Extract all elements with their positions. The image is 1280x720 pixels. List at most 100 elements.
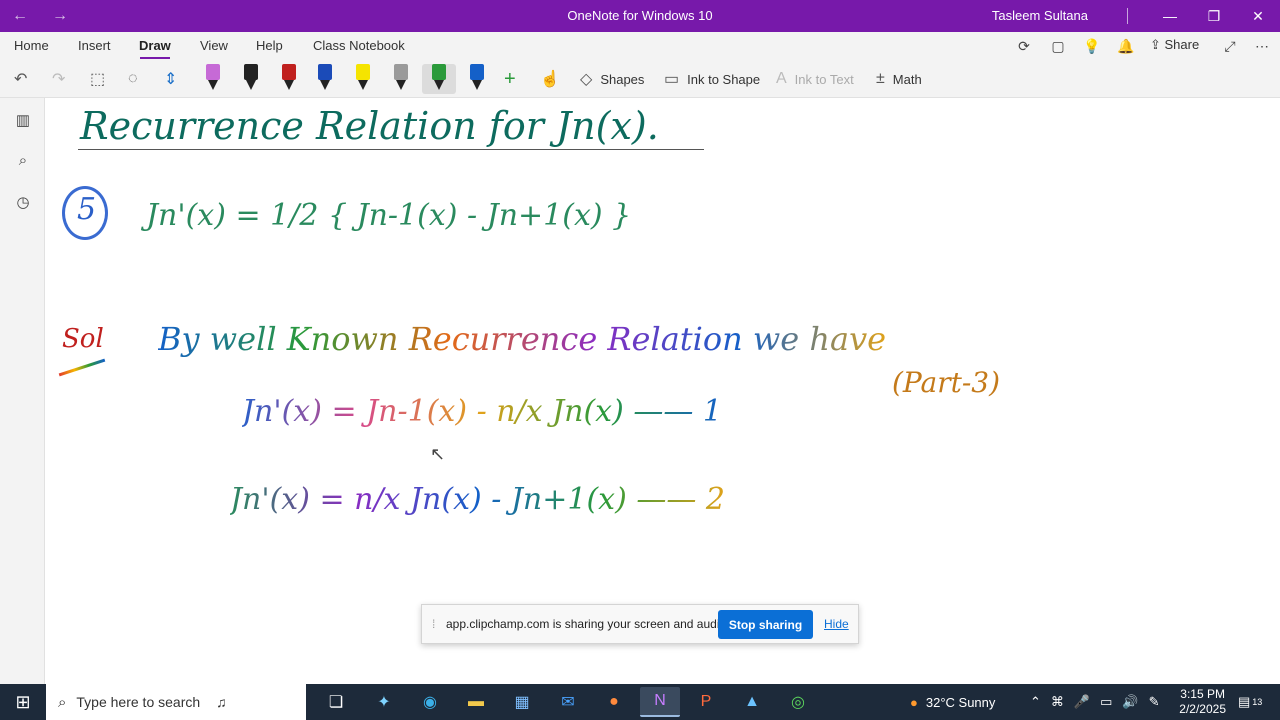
tab-draw[interactable]: Draw <box>139 38 171 53</box>
lightbulb-icon[interactable]: 💡 <box>1080 36 1104 56</box>
store-icon[interactable]: ▦ <box>502 687 542 717</box>
minimize-button[interactable]: — <box>1148 0 1192 32</box>
menu-bar: Home Insert Draw View Help Class Noteboo… <box>0 32 1280 60</box>
ink-to-shape-icon: ▭ <box>664 71 680 88</box>
weather-sun-icon: ● <box>910 694 918 710</box>
tab-home[interactable]: Home <box>14 38 49 53</box>
add-pen-icon[interactable]: + <box>504 66 524 92</box>
eraser-icon[interactable]: ◌ <box>128 66 146 92</box>
notification-center-icon[interactable]: ▤ 13 <box>1238 684 1262 720</box>
edge-icon[interactable]: ◉ <box>410 687 450 717</box>
pen-8-icon[interactable] <box>468 64 486 94</box>
music-icon: ♫ <box>216 694 227 710</box>
task-view-icon[interactable]: ❏ <box>316 687 356 717</box>
meet-icon[interactable]: ⌘ <box>1051 694 1064 710</box>
pen-tray-icon[interactable]: ✎ <box>1149 694 1160 710</box>
drag-handle-icon[interactable]: ⁞ <box>432 617 435 631</box>
tab-view[interactable]: View <box>200 38 228 53</box>
share-button[interactable]: ⇪ Share <box>1150 37 1199 53</box>
pen-7-icon[interactable] <box>422 64 456 94</box>
lasso-select-icon[interactable]: ⬚ <box>90 66 113 92</box>
notebooks-icon[interactable]: ▢ <box>1046 36 1070 56</box>
tray-icons[interactable]: ⌃ ⌘ 🎤 ▭ 🔊 ✎ <box>1030 684 1159 720</box>
pen-3-icon[interactable] <box>280 64 298 94</box>
pen-5-icon[interactable] <box>354 64 372 94</box>
file-explorer-icon[interactable]: ▬ <box>456 687 496 717</box>
add-space-icon[interactable]: ⇕ <box>164 66 185 92</box>
search-placeholder: Type here to search <box>76 694 201 710</box>
taskbar-search[interactable]: ⌕ Type here to search ♫ <box>46 684 306 720</box>
math-button[interactable]: ± Math <box>876 66 922 92</box>
window-title: OneNote for Windows 10 <box>567 8 713 23</box>
ink-to-text-label: Ink to Text <box>794 71 854 87</box>
forward-arrow-icon[interactable]: → <box>40 0 80 32</box>
search-icon[interactable]: ⌕ <box>11 148 35 172</box>
redo-icon[interactable]: ↷ <box>52 66 73 92</box>
hide-link[interactable]: Hide <box>824 617 849 631</box>
left-navigation: ▥ ⌕ ◷ <box>0 98 45 684</box>
tab-help[interactable]: Help <box>256 38 283 53</box>
user-name[interactable]: Tasleem Sultana <box>992 0 1088 32</box>
pen-1-icon[interactable] <box>204 64 222 94</box>
chrome-icon[interactable]: ◎ <box>778 687 818 717</box>
battery-icon[interactable]: ▭ <box>1100 694 1112 710</box>
equation-2: Jn'(x) = n/x Jn(x) - Jn+1(x) —— 2 <box>230 482 725 517</box>
equation-1-note: (Part-3) <box>892 366 1001 399</box>
tab-class-notebook[interactable]: Class Notebook <box>313 38 405 53</box>
active-tab-indicator <box>140 57 170 59</box>
copilot-icon[interactable]: ✦ <box>364 687 404 717</box>
more-icon[interactable]: ⋯ <box>1250 36 1274 56</box>
problem-equation: Jn'(x) = 1/2 { Jn-1(x) - Jn+1(x) } <box>146 198 632 233</box>
pen-4-icon[interactable] <box>316 64 334 94</box>
ink-to-text-button[interactable]: A Ink to Text <box>776 66 854 92</box>
clock[interactable]: 3:15 PM 2/2/2025 <box>1179 687 1226 717</box>
recent-clock-icon[interactable]: ◷ <box>11 190 35 214</box>
tab-insert[interactable]: Insert <box>78 38 111 53</box>
math-icon: ± <box>876 70 885 87</box>
sol-underline <box>58 358 106 377</box>
photos-icon[interactable]: ▲ <box>732 687 772 717</box>
taskbar: ⊞ ⌕ Type here to search ♫ ❏ ✦ ◉ ▬ ▦ ✉ ● N … <box>0 684 1280 720</box>
sync-icon[interactable]: ⟳ <box>1012 36 1036 56</box>
weather-text: 32°C Sunny <box>925 694 996 710</box>
math-label: Math <box>892 71 922 87</box>
windows-start-icon[interactable]: ⊞ <box>0 684 46 720</box>
screen-sharing-bar: ⁞ app.clipchamp.com is sharing your scre… <box>421 604 859 644</box>
intro-line: By well Known Recurrence Relation we hav… <box>158 320 887 358</box>
mail-icon[interactable]: ✉ <box>548 687 588 717</box>
weather-widget[interactable]: ● 32°C Sunny <box>910 684 995 720</box>
note-heading: Recurrence Relation for Jn(x). <box>80 104 659 148</box>
back-arrow-icon[interactable]: ← <box>0 0 40 32</box>
heading-underline <box>78 149 704 150</box>
equation-1: Jn'(x) = Jn-1(x) - n/x Jn(x) —— 1 <box>242 394 722 429</box>
microphone-icon[interactable]: 🎤 <box>1074 694 1090 710</box>
pen-6-icon[interactable] <box>392 64 410 94</box>
firefox-icon[interactable]: ● <box>594 687 634 717</box>
ink-to-shape-button[interactable]: ▭ Ink to Shape <box>664 66 760 92</box>
pen-2-icon[interactable] <box>242 64 260 94</box>
search-icon: ⌕ <box>58 693 67 711</box>
share-label: Share <box>1164 37 1200 52</box>
undo-icon[interactable]: ↶ <box>14 66 35 92</box>
share-icon: ⇪ <box>1150 37 1165 52</box>
notebooks-list-icon[interactable]: ▥ <box>11 108 35 132</box>
clock-date: 2/2/2025 <box>1179 702 1226 716</box>
clock-time: 3:15 PM <box>1180 687 1225 701</box>
chevron-up-icon[interactable]: ⌃ <box>1030 694 1041 710</box>
notification-count: 13 <box>1252 697 1263 707</box>
close-button[interactable]: ✕ <box>1236 0 1280 32</box>
stop-sharing-button[interactable]: Stop sharing <box>718 610 813 639</box>
touch-draw-icon[interactable]: ☝ <box>540 66 568 92</box>
powerpoint-icon[interactable]: P <box>686 687 726 717</box>
note-canvas[interactable]: Recurrence Relation for Jn(x). 5 Jn'(x) … <box>46 98 1280 684</box>
expand-icon[interactable]: ⤢ <box>1218 36 1242 56</box>
restore-button[interactable]: ❐ <box>1192 0 1236 32</box>
problem-number: 5 <box>77 192 97 227</box>
shapes-button[interactable]: ◇ Shapes <box>580 66 644 92</box>
volume-icon[interactable]: 🔊 <box>1122 694 1138 710</box>
onenote-icon[interactable]: N <box>640 687 680 717</box>
solution-label: Sol <box>62 324 104 354</box>
draw-ribbon: ↶ ↷ ⬚ ◌ ⇕ + ☝ ◇ Shapes ▭ Ink to Shape A Ink… <box>0 60 1280 98</box>
bell-icon[interactable]: 🔔 <box>1114 36 1138 56</box>
sharing-message: app.clipchamp.com is sharing your screen… <box>446 617 730 631</box>
